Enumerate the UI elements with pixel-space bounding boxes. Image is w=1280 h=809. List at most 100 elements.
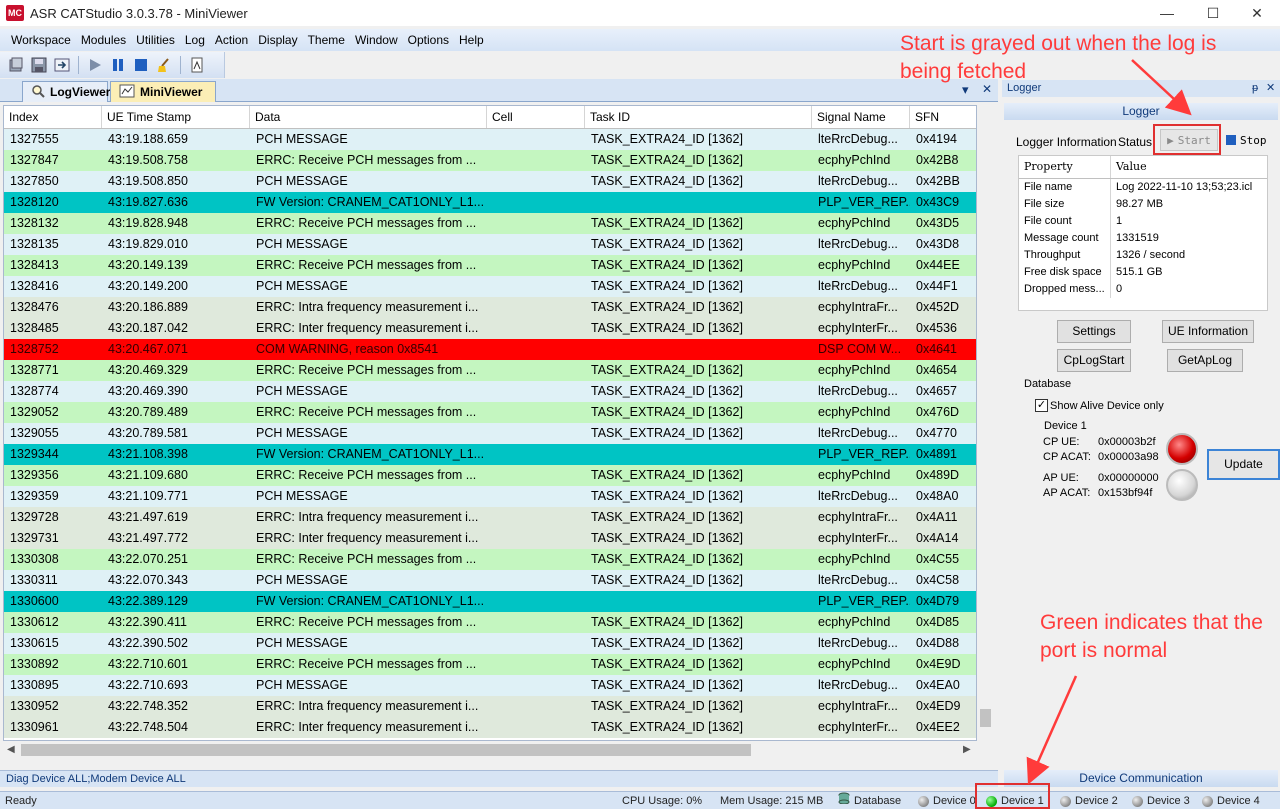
menu-log[interactable]: Log (180, 33, 210, 47)
menu-modules[interactable]: Modules (76, 33, 131, 47)
table-row[interactable]: 1328752 43:20.467.071 COM WARNING, reason … (4, 339, 976, 360)
cplogstart-button[interactable]: CpLogStart (1057, 349, 1131, 372)
stop-button[interactable]: Stop (1226, 130, 1274, 150)
table-row[interactable]: 1327850 43:19.508.850 PCH MESSAGE TASK_EXTR… (4, 171, 976, 192)
vertical-scrollbar[interactable] (977, 105, 994, 741)
table-row[interactable]: 1329356 43:21.109.680 ERRC: Receive PCH me… (4, 465, 976, 486)
column-header-sfn[interactable]: SFN (910, 106, 976, 128)
menu-action[interactable]: Action (210, 33, 253, 47)
table-cell: 1330308 (10, 552, 59, 566)
table-row[interactable]: 1330308 43:22.070.251 ERRC: Receive PCH me… (4, 549, 976, 570)
menu-utilities[interactable]: Utilities (131, 33, 180, 47)
table-row[interactable]: 1327847 43:19.508.758 ERRC: Receive PCH me… (4, 150, 976, 171)
table-cell: TASK_EXTRA24_ID [1362] (591, 153, 743, 167)
table-row[interactable]: 1328774 43:20.469.390 PCH MESSAGE TASK_EXTR… (4, 381, 976, 402)
property-name: Message count (1019, 230, 1111, 247)
table-row[interactable]: 1329359 43:21.109.771 PCH MESSAGE TASK_EXTR… (4, 486, 976, 507)
scroll-right-arrow-icon[interactable]: ▶ (963, 744, 971, 755)
table-cell: 0x44F1 (916, 279, 958, 293)
menu-display[interactable]: Display (253, 33, 302, 47)
minimize-button[interactable]: — (1144, 0, 1190, 26)
menu-theme[interactable]: Theme (303, 33, 350, 47)
table-cell: 43:21.108.398 (108, 447, 188, 461)
play-icon[interactable] (85, 55, 105, 75)
toolbar-separator (78, 56, 79, 74)
update-button[interactable]: Update (1207, 449, 1280, 480)
tab-logviewer[interactable]: LogViewer (22, 81, 110, 102)
table-row[interactable]: 1329052 43:20.789.489 ERRC: Receive PCH me… (4, 402, 976, 423)
settings-button[interactable]: Settings (1057, 320, 1131, 343)
database-status[interactable]: Database (838, 792, 901, 809)
title-bar: MC ASR CATStudio 3.0.3.78 - MiniViewer —… (0, 0, 1280, 26)
table-row[interactable]: 1328416 43:20.149.200 PCH MESSAGE TASK_EXTR… (4, 276, 976, 297)
menu-workspace[interactable]: Workspace (6, 33, 76, 47)
horizontal-scrollbar[interactable]: ◀ ▶ (3, 741, 977, 759)
table-row[interactable]: 1330961 43:22.748.504 ERRC: Inter frequenc… (4, 717, 976, 738)
device-3-status[interactable]: Device 3 (1132, 792, 1190, 809)
table-cell (487, 423, 585, 444)
column-header-task-id[interactable]: Task ID (585, 106, 812, 128)
table-row[interactable]: 1329731 43:21.497.772 ERRC: Inter frequenc… (4, 528, 976, 549)
column-header-data[interactable]: Data (250, 106, 487, 128)
close-button[interactable]: ✕ (1234, 0, 1280, 26)
table-row[interactable]: 1329344 43:21.108.398 FW Version: CRANEM_C… (4, 444, 976, 465)
getaplog-button[interactable]: GetApLog (1167, 349, 1243, 372)
table-row[interactable]: 1330892 43:22.710.601 ERRC: Receive PCH me… (4, 654, 976, 675)
table-cell: 43:21.109.771 (108, 489, 188, 503)
table-row[interactable]: 1328476 43:20.186.889 ERRC: Intra frequenc… (4, 297, 976, 318)
table-row[interactable]: 1328135 43:19.829.010 PCH MESSAGE TASK_EXTR… (4, 234, 976, 255)
save-icon[interactable] (29, 55, 49, 75)
column-header-signal-name[interactable]: Signal Name (812, 106, 910, 128)
table-row[interactable]: 1330615 43:22.390.502 PCH MESSAGE TASK_EXTR… (4, 633, 976, 654)
horizontal-scroll-thumb[interactable] (21, 744, 751, 756)
table-cell: 43:20.789.581 (108, 426, 188, 440)
table-cell: 1329731 (10, 531, 59, 545)
table-row[interactable]: 1328132 43:19.828.948 ERRC: Receive PCH me… (4, 213, 976, 234)
column-header-cell[interactable]: Cell (487, 106, 585, 128)
open-icon[interactable] (6, 55, 26, 75)
table-row[interactable]: 1328120 43:19.827.636 FW Version: CRANEM_C… (4, 192, 976, 213)
table-row[interactable]: 1328413 43:20.149.139 ERRC: Receive PCH me… (4, 255, 976, 276)
table-cell: 43:22.070.343 (108, 573, 188, 587)
table-cell: 1328413 (10, 258, 59, 272)
menu-help[interactable]: Help (454, 33, 489, 47)
menu-options[interactable]: Options (403, 33, 454, 47)
table-cell: PCH MESSAGE (256, 279, 348, 293)
table-row[interactable]: 1330952 43:22.748.352 ERRC: Intra frequenc… (4, 696, 976, 717)
vertical-scroll-thumb[interactable] (980, 709, 991, 727)
device-2-status[interactable]: Device 2 (1060, 792, 1118, 809)
column-header-index[interactable]: Index (4, 106, 102, 128)
table-cell: ecphyIntraFr... (818, 300, 898, 314)
export-icon[interactable] (52, 55, 72, 75)
ue-information-button[interactable]: UE Information (1162, 320, 1254, 343)
cp-ue-value: 0x00003b2f (1098, 436, 1156, 448)
pause-icon[interactable] (108, 55, 128, 75)
show-alive-checkbox[interactable]: ✓ (1035, 399, 1048, 412)
menu-window[interactable]: Window (350, 33, 403, 47)
table-row[interactable]: 1327555 43:19.188.659 PCH MESSAGE TASK_EXTR… (4, 129, 976, 150)
diag-device-status: Diag Device ALL;Modem Device ALL (0, 770, 998, 787)
table-row[interactable]: 1329728 43:21.497.619 ERRC: Intra frequenc… (4, 507, 976, 528)
table-row[interactable]: 1328485 43:20.187.042 ERRC: Inter frequenc… (4, 318, 976, 339)
maximize-button[interactable]: ☐ (1190, 0, 1236, 26)
clear-broom-icon[interactable] (154, 55, 174, 75)
table-row[interactable]: 1330600 43:22.389.129 FW Version: CRANEM_C… (4, 591, 976, 612)
table-row[interactable]: 1328771 43:20.469.329 ERRC: Receive PCH me… (4, 360, 976, 381)
value-column-header: Value (1116, 160, 1147, 173)
table-row[interactable]: 1330311 43:22.070.343 PCH MESSAGE TASK_EXTR… (4, 570, 976, 591)
table-cell: 1330615 (10, 636, 59, 650)
stop-icon[interactable] (131, 55, 151, 75)
table-cell: lteRrcDebug... (818, 678, 898, 692)
scroll-left-arrow-icon[interactable]: ◀ (7, 744, 15, 755)
table-cell: 43:22.748.352 (108, 699, 188, 713)
table-cell: COM WARNING, reason 0x8541 (256, 342, 439, 356)
column-header-timestamp[interactable]: UE Time Stamp (102, 106, 250, 128)
table-cell: FW Version: CRANEM_CAT1ONLY_L1... (256, 594, 485, 608)
tab-miniviewer[interactable]: MiniViewer (110, 81, 216, 102)
table-row[interactable]: 1330612 43:22.390.411 ERRC: Receive PCH me… (4, 612, 976, 633)
device-0-status[interactable]: Device 0 (918, 792, 976, 809)
table-row[interactable]: 1329055 43:20.789.581 PCH MESSAGE TASK_EXTR… (4, 423, 976, 444)
report-icon[interactable] (187, 55, 207, 75)
device-4-status[interactable]: Device 4 (1202, 792, 1260, 809)
table-row[interactable]: 1330895 43:22.710.693 PCH MESSAGE TASK_EXTR… (4, 675, 976, 696)
